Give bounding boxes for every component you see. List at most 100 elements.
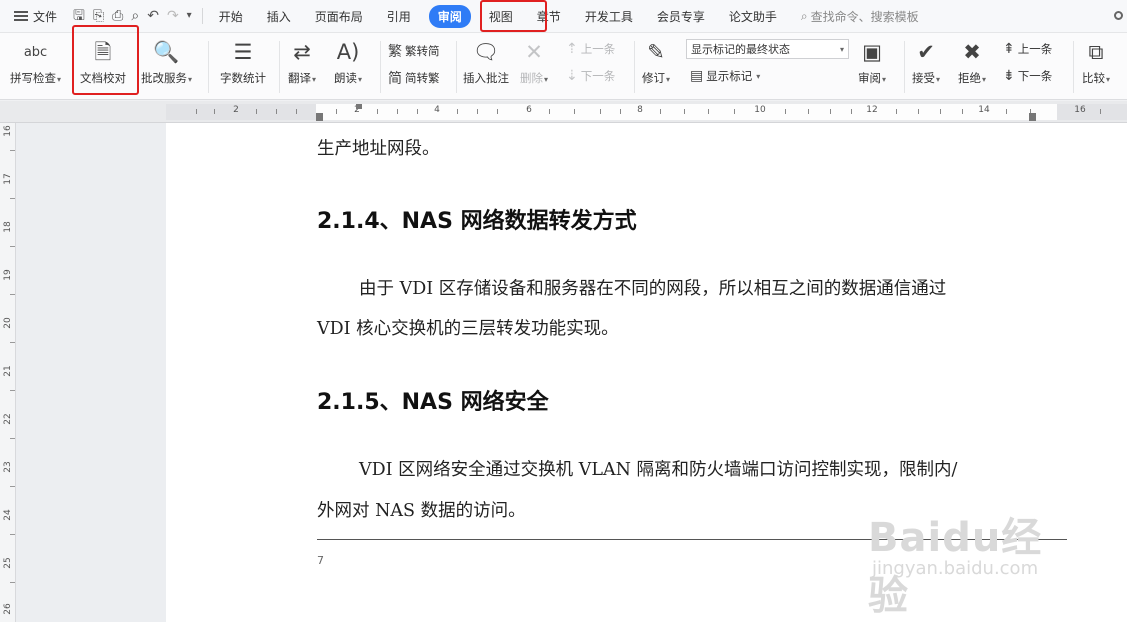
tab-paper-assistant[interactable]: 论文助手 [717,0,789,33]
ruler-number: 25 [3,557,13,569]
ruler-number: 16 [1074,105,1086,115]
display-mode-select[interactable]: 显示标记的最终状态 ▾ [686,39,849,59]
prev-comment-button[interactable]: ⇡ 上一条 [566,41,615,57]
ruler-indent-marker[interactable] [356,104,362,109]
tab-references[interactable]: 引用 [375,0,423,33]
trad-to-simp-icon: 繁 [388,44,402,60]
compare-button[interactable]: ⧉ 比较▾ [1082,37,1110,86]
tab-home[interactable]: 开始 [207,0,255,33]
redo-icon[interactable]: ↷ [167,9,179,23]
ruler-tick [10,486,15,487]
ruler-tick [10,342,15,343]
customize-toolbar-icon[interactable]: ▾ [187,11,192,21]
simp-to-trad-button[interactable]: 简 简转繁 [388,68,440,88]
heading-2-1-5: 2.1.5、NAS 网络安全 [317,390,549,415]
save-icon[interactable]: 🖫 [73,9,85,23]
review-ribbon: abc 拼写检查▾ 🗎 文档校对 🔍 批改服务▾ ☰ 字数统计 ⇄ 翻译▾ A)… [0,33,1127,100]
review-tab-highlight [480,0,547,32]
ruler-number: 2 [233,105,239,115]
ruler-tick [10,582,15,583]
body-text: 生产地址网段。 [317,139,440,159]
reject-button[interactable]: ✖ 拒绝▾ [958,37,986,86]
tab-member[interactable]: 会员专享 [645,0,717,33]
ruler-tick [549,109,550,114]
review-pane-button[interactable]: ▣ 审阅▾ [858,37,886,86]
word-count-button[interactable]: ☰ 字数统计 [220,37,266,86]
ruler-tick [196,109,197,114]
compare-icon: ⧉ [1088,39,1104,64]
accept-label: 接受 [912,71,935,85]
translate-label: 翻译 [288,71,311,85]
ruler-tick [620,109,621,114]
word-count-label: 字数统计 [220,71,266,85]
file-menu-button[interactable]: 文件 [0,0,67,33]
show-markup-label: 显示标记 [706,69,753,83]
show-markup-button[interactable]: ▤ 显示标记 ▾ [690,68,760,84]
tab-insert[interactable]: 插入 [255,0,303,33]
show-markup-icon: ▤ [690,68,704,84]
trad-to-simp-button[interactable]: 繁 繁转简 [388,41,440,61]
account-icon[interactable] [1114,11,1123,20]
horizontal-ruler[interactable]: 2 2 4 6 8 10 12 14 16 [0,101,1127,123]
spell-check-button[interactable]: abc 拼写检查▾ [10,37,61,86]
accept-button[interactable]: ✔ 接受▾ [912,37,940,86]
ruler-tick [296,109,297,114]
track-changes-button[interactable]: ✎ 修订▾ [642,37,670,86]
ruler-indent-marker[interactable] [316,113,323,121]
export-pdf-icon[interactable]: ⎘ [93,9,104,23]
ruler-tick [962,109,963,114]
ruler-tick [397,109,398,114]
ruler-number: 23 [3,461,13,473]
ruler-tick [256,109,257,114]
next-change-button[interactable]: ⇟ 下一条 [1003,68,1052,84]
ruler-tick [417,109,418,114]
next-change-label: 下一条 [1017,69,1053,83]
spell-check-abc: abc [23,44,48,60]
vertical-ruler[interactable]: 16 17 18 19 20 21 22 23 24 25 26 [0,123,16,622]
ruler-margin-left [166,104,316,120]
translate-button[interactable]: ⇄ 翻译▾ [288,37,316,86]
spell-check-label: 拼写检查 [10,71,56,85]
ruler-number: 17 [3,173,13,185]
ruler-number: 22 [3,413,13,425]
tab-review[interactable]: 审阅 [423,0,477,33]
review-pane-label: 审阅 [858,71,881,85]
ruler-tick [785,109,786,114]
next-comment-icon: ⇣ [566,68,578,84]
prev-change-label: 上一条 [1017,42,1053,56]
ruler-number: 4 [434,105,440,115]
command-search-placeholder: 查找命令、搜索模板 [810,9,919,24]
prev-change-icon: ⇞ [1003,41,1015,57]
next-change-icon: ⇟ [1003,68,1015,84]
ruler-tick [214,109,215,114]
tab-developer[interactable]: 开发工具 [573,0,645,33]
ruler-number: 18 [3,221,13,233]
read-aloud-label: 朗读 [334,71,357,85]
ruler-number: 26 [3,603,13,615]
watermark-url: jingyan.baidu.com [872,558,1039,579]
insert-comment-button[interactable]: 🗨 插入批注 [463,37,509,86]
ruler-indent-marker[interactable] [1029,113,1036,121]
print-preview-icon[interactable]: ⌕ [131,9,139,23]
ruler-tick [10,438,15,439]
revise-service-button[interactable]: 🔍 批改服务▾ [141,37,192,86]
simp-to-trad-icon: 简 [388,71,402,87]
prev-change-button[interactable]: ⇞ 上一条 [1003,41,1052,57]
word-count-icon: ☰ [233,39,253,64]
delete-comment-button[interactable]: ✕ 删除▾ [520,37,548,86]
insert-comment-label: 插入批注 [463,71,509,85]
command-search[interactable]: ⌕ 查找命令、搜索模板 [801,8,919,25]
ruler-tick [1100,109,1101,114]
chevron-down-icon: ▾ [839,44,844,54]
undo-icon[interactable]: ↶ [147,9,159,23]
next-comment-button[interactable]: ⇣ 下一条 [566,68,615,84]
compare-label: 比较 [1082,71,1105,85]
print-icon[interactable]: ⎙ [112,9,123,23]
ribbon-separator [279,41,280,93]
read-aloud-button[interactable]: A) 朗读▾ [334,37,362,86]
ribbon-separator [456,41,457,93]
spell-check-icon: abc [24,37,47,67]
ruler-number: 20 [3,317,13,329]
search-icon: ⌕ [800,8,808,23]
tab-page-layout[interactable]: 页面布局 [303,0,375,33]
